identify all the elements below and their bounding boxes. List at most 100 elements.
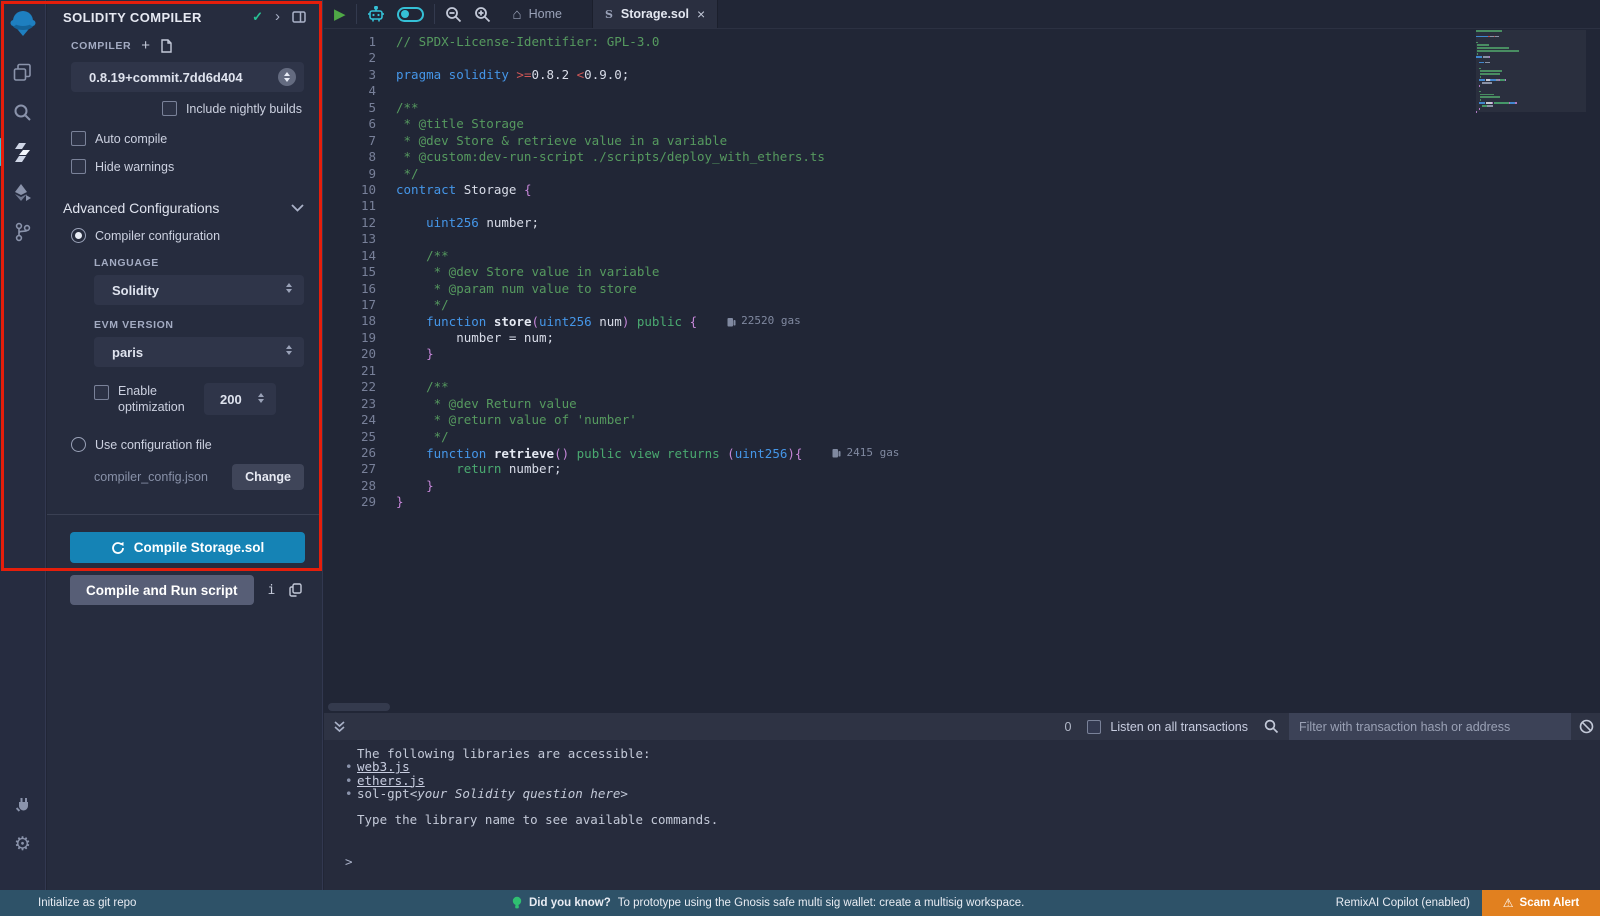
tip-bold-text: Did you know?	[529, 897, 611, 909]
auto-compile-checkbox[interactable]	[71, 131, 86, 146]
enable-optimization-label[interactable]: Enable optimization	[118, 383, 204, 415]
tab-storage-sol[interactable]: S Storage.sol ×	[592, 0, 718, 28]
scam-alert-badge[interactable]: ⚠ Scam Alert	[1482, 890, 1600, 916]
code-line: 19 number = num;	[324, 330, 1600, 346]
code-line: 11	[324, 198, 1600, 214]
status-bar: Initialize as git repo Did you know? To …	[0, 890, 1600, 916]
code-line: 10contract Storage {	[324, 182, 1600, 198]
code-line: 25 */	[324, 429, 1600, 445]
code-lines: 1// SPDX-License-Identifier: GPL-3.023pr…	[324, 34, 1600, 511]
chevron-down-icon	[291, 204, 304, 212]
panel-divider	[47, 514, 322, 515]
change-config-button[interactable]: Change	[232, 464, 304, 490]
code-line: 23 * @dev Return value	[324, 396, 1600, 412]
git-icon[interactable]	[0, 212, 46, 252]
language-select[interactable]: Solidity	[94, 275, 304, 305]
compiler-version-select[interactable]: 0.8.19+commit.7dd6d404	[71, 62, 304, 92]
chevron-right-icon[interactable]: ›	[275, 12, 280, 22]
compiler-configuration-label: Compiler configuration	[95, 229, 220, 243]
terminal-output[interactable]: The following libraries are accessible: …	[324, 740, 1600, 890]
bullet-icon: •	[345, 760, 357, 773]
listen-all-label[interactable]: Listen on all transactions	[1110, 720, 1248, 734]
advanced-configurations-header[interactable]: Advanced Configurations	[47, 200, 322, 216]
copy-icon[interactable]	[289, 583, 302, 597]
optimization-runs-input[interactable]: 200	[204, 383, 276, 415]
listen-all-row: Listen on all transactions	[1087, 720, 1248, 734]
compile-and-run-button[interactable]: Compile and Run script	[70, 575, 254, 605]
hide-warnings-checkbox[interactable]	[71, 159, 86, 174]
copilot-toggle[interactable]	[397, 7, 424, 22]
include-nightly-checkbox[interactable]	[162, 101, 177, 116]
ethers-link[interactable]: ethers.js	[357, 774, 425, 787]
line-number: 18	[324, 313, 376, 329]
compiler-configuration-radio-row[interactable]: Compiler configuration	[47, 228, 322, 243]
terminal-search-icon[interactable]	[1264, 719, 1279, 734]
info-icon[interactable]: i	[268, 583, 276, 598]
ai-robot-icon[interactable]	[367, 6, 385, 23]
minimap[interactable]	[1476, 30, 1586, 190]
include-nightly-label[interactable]: Include nightly builds	[186, 102, 302, 116]
code-line: 4	[324, 83, 1600, 99]
panel-title: SOLIDITY COMPILER	[63, 10, 252, 25]
web3-link[interactable]: web3.js	[357, 760, 410, 773]
listen-all-checkbox[interactable]	[1087, 720, 1101, 734]
code-line: 9 */	[324, 166, 1600, 182]
evm-version-select[interactable]: paris	[94, 337, 304, 367]
evm-version-label: EVM VERSION	[47, 319, 322, 331]
enable-optimization-checkbox[interactable]	[94, 385, 109, 400]
settings-icon[interactable]: ⚙	[0, 824, 46, 864]
home-icon: ⌂	[513, 6, 522, 23]
transaction-filter-input[interactable]	[1289, 713, 1571, 740]
use-configuration-file-radio-row[interactable]: Use configuration file	[47, 437, 322, 452]
language-label: LANGUAGE	[47, 257, 322, 269]
compiler-version-value: 0.8.19+commit.7dd6d404	[89, 70, 243, 85]
clear-console-icon[interactable]	[1579, 719, 1594, 734]
code-line: 18 function store(uint256 num) public {2…	[324, 313, 1600, 329]
line-number: 9	[324, 166, 376, 182]
copilot-status[interactable]: RemixAI Copilot (enabled)	[1336, 897, 1470, 909]
search-icon[interactable]	[0, 92, 46, 132]
runs-spinner-icon	[258, 393, 264, 403]
line-number: 19	[324, 330, 376, 346]
file-explorer-icon[interactable]	[0, 52, 46, 92]
plugin-manager-icon[interactable]	[0, 784, 46, 824]
terminal-prompt[interactable]: >	[345, 855, 1600, 868]
pin-panel-icon[interactable]	[292, 11, 306, 23]
terminal-line: • ethers.js	[345, 774, 1600, 787]
add-custom-compiler-icon[interactable]: +	[141, 37, 150, 54]
zoom-out-icon[interactable]	[445, 6, 462, 23]
remix-logo-icon[interactable]	[0, 0, 46, 46]
expand-terminal-icon[interactable]	[334, 721, 345, 733]
run-script-row: Compile and Run script i	[70, 575, 322, 605]
open-file-icon[interactable]	[160, 39, 173, 53]
optimization-row: Enable optimization 200	[47, 383, 322, 415]
code-line: 5/**	[324, 100, 1600, 116]
deploy-run-icon[interactable]	[0, 172, 46, 212]
include-nightly-row: Include nightly builds	[47, 101, 322, 116]
close-icon[interactable]: ×	[697, 6, 705, 22]
solgpt-prefix: sol-gpt	[357, 787, 410, 800]
solidity-compiler-icon[interactable]	[0, 132, 46, 172]
solgpt-hint: <your Solidity question here>	[410, 787, 628, 800]
code-line: 15 * @dev Store value in variable	[324, 264, 1600, 280]
hide-warnings-label[interactable]: Hide warnings	[95, 160, 174, 174]
code-line: 24 * @return value of 'number'	[324, 412, 1600, 428]
line-number: 15	[324, 264, 376, 280]
use-configuration-file-radio[interactable]	[71, 437, 86, 452]
horizontal-scrollbar[interactable]	[328, 703, 390, 711]
bullet-icon: •	[345, 774, 357, 787]
run-script-play-button[interactable]: ▶	[334, 5, 346, 23]
optimization-runs-value: 200	[220, 392, 242, 407]
tab-home[interactable]: ⌂ Home	[501, 0, 574, 28]
compiler-configuration-radio[interactable]	[71, 228, 86, 243]
code-line: 17 */	[324, 297, 1600, 313]
line-number: 28	[324, 478, 376, 494]
code-editor[interactable]: 1// SPDX-License-Identifier: GPL-3.023pr…	[324, 30, 1600, 713]
compile-button[interactable]: Compile Storage.sol	[70, 532, 305, 563]
line-number: 13	[324, 231, 376, 247]
init-git-repo-button[interactable]: Initialize as git repo	[38, 897, 136, 909]
zoom-in-icon[interactable]	[474, 6, 491, 23]
line-number: 25	[324, 429, 376, 445]
panel-header: SOLIDITY COMPILER ✓ ›	[47, 0, 322, 29]
auto-compile-label[interactable]: Auto compile	[95, 132, 167, 146]
